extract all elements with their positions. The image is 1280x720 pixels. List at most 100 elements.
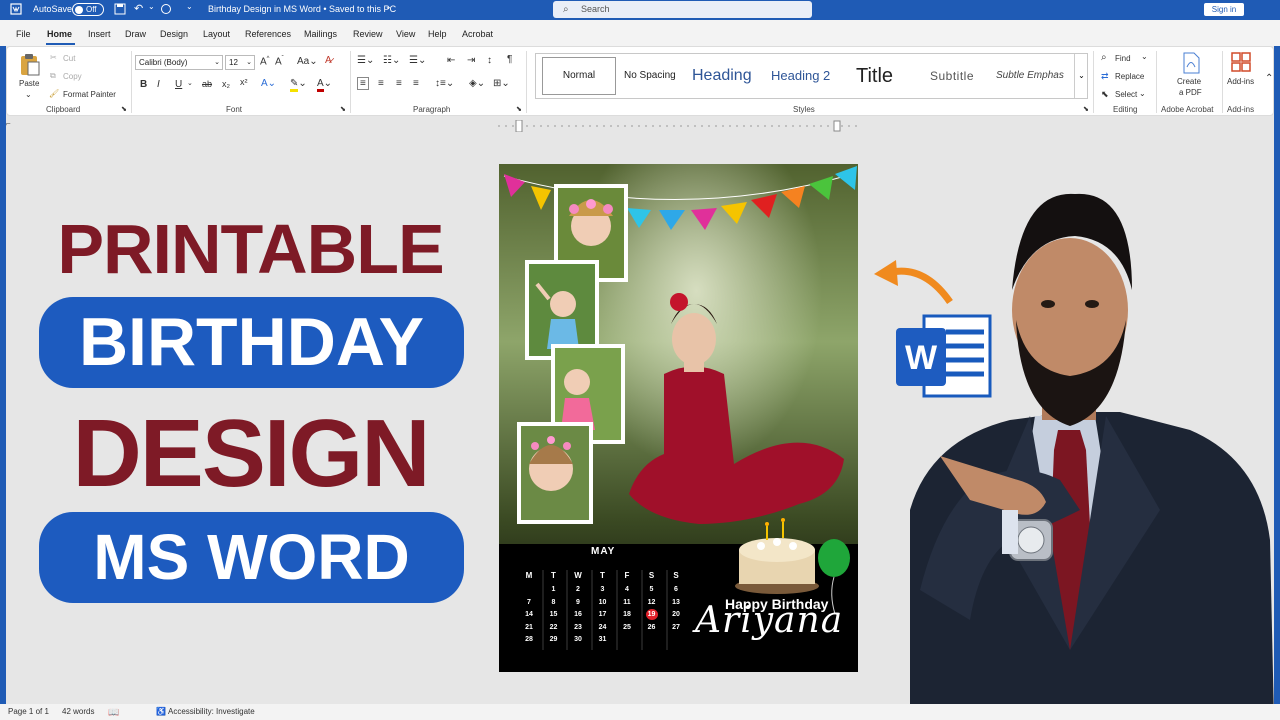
underline-icon[interactable]: U: [175, 79, 182, 90]
tab-draw[interactable]: Draw: [125, 29, 146, 39]
underline-dropdown-icon[interactable]: ⌄: [187, 79, 193, 87]
customize-toolbar-icon[interactable]: ⌄: [186, 2, 193, 11]
font-launcher-icon[interactable]: ⬊: [340, 105, 346, 113]
format-painter-button[interactable]: Format Painter: [63, 90, 116, 99]
title-bar: AutoSave Off ↶ ⌄ ⌄ Birthday Design in MS…: [0, 0, 1280, 20]
add-ins-icon[interactable]: [1231, 52, 1251, 77]
font-color-icon[interactable]: A⌄: [317, 78, 332, 92]
collapse-ribbon-icon[interactable]: ⌃: [1265, 73, 1273, 84]
style-heading[interactable]: Heading: [692, 54, 752, 98]
style-no-spacing[interactable]: No Spacing: [624, 54, 676, 98]
calendar-day: 26: [647, 623, 656, 631]
paragraph-launcher-icon[interactable]: ⬊: [516, 105, 522, 113]
highlight-icon[interactable]: ✎⌄: [290, 78, 307, 92]
clipboard-group-label: Clipboard: [46, 105, 81, 114]
cut-button[interactable]: Cut: [63, 54, 75, 63]
clear-formatting-icon[interactable]: A̷: [325, 55, 332, 66]
find-icon: ⌕: [1101, 52, 1107, 63]
decrease-indent-icon[interactable]: ⇤: [447, 55, 455, 66]
font-name-select[interactable]: Calibri (Body) ⌄: [135, 55, 223, 70]
bold-icon[interactable]: B: [140, 79, 147, 90]
calendar-day: 23: [574, 623, 582, 631]
line-spacing-icon[interactable]: ↕≡⌄: [435, 78, 454, 89]
style-title[interactable]: Title: [856, 54, 893, 98]
align-right-icon[interactable]: ≡: [396, 78, 402, 89]
replace-icon: ⇄: [1101, 71, 1109, 81]
sign-in-button[interactable]: Sign in: [1204, 3, 1244, 16]
style-subtitle[interactable]: Subtitle: [930, 54, 974, 98]
proofing-icon[interactable]: 📖: [108, 707, 119, 718]
strikethrough-icon[interactable]: ab: [202, 79, 212, 89]
styles-more-icon[interactable]: ⌄: [1074, 54, 1088, 98]
sort-icon[interactable]: ↕: [487, 55, 492, 66]
style-heading-2[interactable]: Heading 2: [771, 54, 830, 98]
paste-dropdown-icon[interactable]: ⌄: [25, 90, 32, 99]
italic-icon[interactable]: I: [157, 79, 160, 90]
create-pdf-button[interactable]: Create: [1177, 77, 1201, 86]
autosave-toggle[interactable]: Off: [72, 3, 104, 16]
numbering-icon[interactable]: ☷⌄: [383, 55, 400, 66]
horizontal-ruler[interactable]: [498, 119, 860, 133]
shrink-font-icon[interactable]: Aˇ: [275, 56, 284, 67]
tab-home[interactable]: Home: [47, 29, 72, 39]
tab-design[interactable]: Design: [160, 29, 188, 39]
tab-layout[interactable]: Layout: [203, 29, 230, 39]
redo-icon[interactable]: [160, 3, 172, 17]
acrobat-group-label: Adobe Acrobat: [1161, 105, 1214, 114]
font-size-select[interactable]: 12 ⌄: [225, 55, 255, 70]
search-box[interactable]: ⌕ Search: [553, 1, 812, 18]
copy-button[interactable]: Copy: [63, 72, 82, 81]
page-count[interactable]: Page 1 of 1: [8, 707, 49, 716]
select-button[interactable]: Select: [1115, 90, 1137, 99]
show-marks-icon[interactable]: ¶: [507, 54, 512, 65]
tab-review[interactable]: Review: [353, 29, 383, 39]
grow-font-icon[interactable]: A^: [260, 56, 270, 67]
justify-icon[interactable]: ≡: [413, 78, 419, 89]
tab-file[interactable]: File: [16, 29, 31, 39]
headline-birthday: BIRTHDAY: [39, 297, 464, 388]
ribbon-separator: [526, 51, 527, 113]
autosave-state: Off: [86, 5, 97, 14]
search-icon: ⌕: [563, 4, 569, 15]
find-dropdown-icon[interactable]: ⌄: [1141, 52, 1148, 61]
tab-view[interactable]: View: [396, 29, 415, 39]
subscript-icon[interactable]: x₂: [222, 79, 230, 89]
paste-button[interactable]: Paste: [19, 79, 39, 88]
birthday-card-page[interactable]: MAY MTWTFSS 1 2 3 4 5 6 7 8 9 10 11 12 13 14 15 16 17 18 1…: [499, 164, 858, 672]
tab-insert[interactable]: Insert: [88, 29, 111, 39]
style-normal[interactable]: Normal: [542, 57, 616, 95]
style-subtle-emphasis[interactable]: Subtle Emphas: [996, 54, 1064, 98]
save-icon[interactable]: [114, 3, 126, 17]
align-left-icon[interactable]: ≡: [357, 77, 369, 90]
chevron-down-icon: ⌄: [246, 59, 252, 66]
replace-button[interactable]: Replace: [1115, 72, 1144, 81]
paste-icon[interactable]: [19, 53, 41, 82]
active-tab-indicator: [46, 43, 75, 45]
borders-icon[interactable]: ⊞⌄: [493, 78, 510, 89]
undo-icon[interactable]: ↶: [134, 2, 143, 15]
text-effects-icon[interactable]: A⌄: [261, 78, 276, 89]
align-center-icon[interactable]: ≡: [378, 78, 384, 89]
accessibility-status[interactable]: Accessibility: Investigate: [168, 707, 255, 716]
multilevel-list-icon[interactable]: ☰⌄: [409, 55, 426, 66]
superscript-icon[interactable]: x²: [240, 77, 248, 87]
undo-dropdown-icon[interactable]: ⌄: [148, 2, 155, 11]
title-dropdown-icon[interactable]: ⌄: [385, 2, 392, 11]
styles-launcher-icon[interactable]: ⬊: [1083, 105, 1089, 113]
tab-acrobat[interactable]: Acrobat: [462, 29, 493, 39]
create-pdf-icon[interactable]: [1181, 52, 1201, 79]
add-ins-button[interactable]: Add-ins: [1227, 77, 1254, 86]
find-button[interactable]: Find: [1115, 54, 1131, 63]
tab-help[interactable]: Help: [428, 29, 447, 39]
clipboard-launcher-icon[interactable]: ⬊: [121, 105, 127, 113]
change-case-icon[interactable]: Aa⌄: [297, 56, 318, 67]
ruler-tab-selector[interactable]: ⌐: [6, 119, 11, 128]
word-count[interactable]: 42 words: [62, 707, 94, 716]
bullets-icon[interactable]: ☰⌄: [357, 55, 374, 66]
tab-mailings[interactable]: Mailings: [304, 29, 337, 39]
shading-icon[interactable]: ◈⌄: [469, 78, 485, 89]
autosave-label: AutoSave: [33, 4, 73, 14]
increase-indent-icon[interactable]: ⇥: [467, 55, 475, 66]
select-dropdown-icon[interactable]: ⌄: [1139, 89, 1146, 98]
tab-references[interactable]: References: [245, 29, 291, 39]
